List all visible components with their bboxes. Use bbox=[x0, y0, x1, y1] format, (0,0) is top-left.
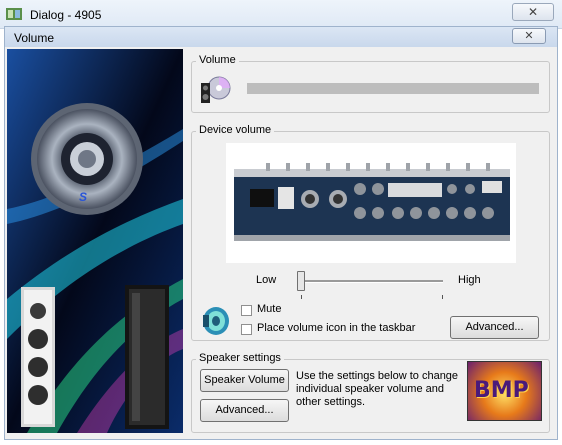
outer-titlebar[interactable]: Dialog - 4905 ✕ bbox=[0, 0, 562, 29]
device-advanced-button[interactable]: Advanced... bbox=[450, 316, 539, 339]
dialog-title: Volume bbox=[14, 31, 55, 45]
device-image bbox=[226, 143, 516, 263]
window-close-button[interactable]: ✕ bbox=[512, 3, 554, 21]
slider-tick-min bbox=[301, 295, 302, 299]
speaker-volume-button[interactable]: Speaker Volume bbox=[200, 369, 289, 392]
device-volume-slider[interactable] bbox=[301, 280, 443, 283]
svg-text:S: S bbox=[79, 190, 87, 204]
volume-dialog: Volume ✕ S Volume Device volume Low High… bbox=[4, 26, 558, 440]
device-volume-slider-thumb[interactable] bbox=[297, 271, 305, 291]
slider-high-label: High bbox=[458, 274, 481, 286]
app-icon bbox=[6, 8, 22, 20]
bmp-logo: BMP bbox=[467, 361, 542, 421]
device-volume-label: Device volume bbox=[196, 124, 275, 136]
close-icon: ✕ bbox=[527, 5, 539, 19]
dialog-close-button[interactable]: ✕ bbox=[512, 28, 546, 44]
speaker-artwork: S bbox=[7, 49, 183, 433]
mute-checkbox[interactable] bbox=[241, 305, 252, 316]
speaker-icon bbox=[203, 307, 229, 335]
slider-low-label: Low bbox=[256, 274, 277, 286]
speaker-settings-description: Use the settings below to change individ… bbox=[296, 370, 459, 408]
speaker-advanced-button[interactable]: Advanced... bbox=[200, 399, 289, 422]
window-title: Dialog - 4905 bbox=[30, 8, 102, 22]
slider-tick-max bbox=[442, 295, 443, 299]
taskbar-icon-checkbox[interactable] bbox=[241, 324, 252, 335]
dialog-titlebar[interactable]: Volume ✕ bbox=[5, 27, 557, 47]
speaker-cd-icon bbox=[201, 76, 231, 103]
mute-label: Mute bbox=[257, 303, 282, 315]
volume-group-label: Volume bbox=[196, 54, 239, 66]
close-icon: ✕ bbox=[524, 30, 534, 42]
taskbar-icon-label: Place volume icon in the taskbar bbox=[257, 322, 416, 334]
speaker-settings-label: Speaker settings bbox=[196, 352, 284, 364]
volume-level-track bbox=[247, 83, 539, 94]
